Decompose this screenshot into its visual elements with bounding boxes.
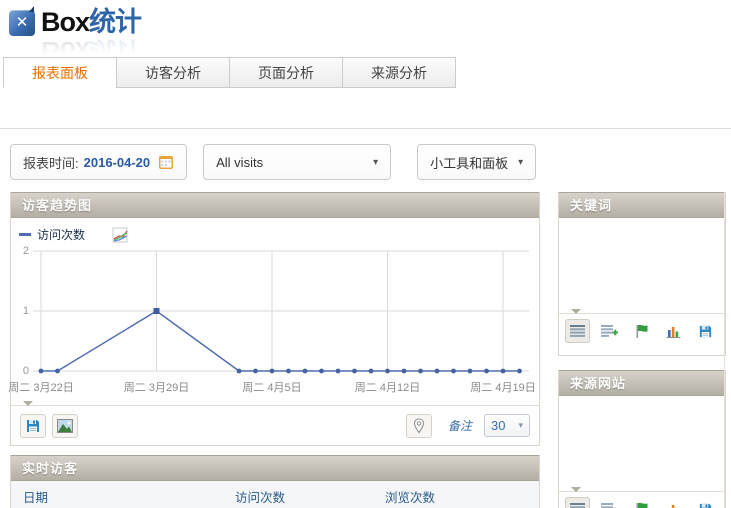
- y-axis-tick-label: 0: [13, 365, 29, 377]
- date-label: 报表时间:: [23, 153, 79, 172]
- chart-x-axis-labels: 周二 3月22日 周二 3月29日 周二 4月5日 周二 4月12日 周二 4月19日: [11, 377, 539, 395]
- export-disk-icon[interactable]: [20, 414, 46, 438]
- chart-footer-right: 备注 30 ▾: [406, 414, 530, 438]
- app-logo[interactable]: ✕ Box统计: [9, 7, 141, 37]
- keywords-footer: [559, 313, 725, 349]
- visits-line-chart[interactable]: 0 1 2: [11, 245, 539, 377]
- row-limit-select[interactable]: 30 ▾: [484, 414, 530, 437]
- x-axis-tick-label: 周二 3月22日: [8, 379, 73, 395]
- collapse-arrow-icon[interactable]: [571, 487, 581, 492]
- dropdown-arrow-icon: ▾: [373, 157, 378, 168]
- main-nav-tabs: 报表面板 访客分析 页面分析 来源分析: [3, 57, 456, 88]
- chart-plot-area: [33, 245, 529, 377]
- table-view-icon[interactable]: [565, 497, 590, 508]
- table-view-icon[interactable]: [565, 319, 590, 343]
- collapse-arrow-icon[interactable]: [571, 309, 581, 314]
- widgets-menu-button[interactable]: 小工具和面板 ▾: [417, 144, 536, 180]
- realtime-visitors-widget: 实时访客 日期 访问次数 浏览次数: [10, 455, 540, 508]
- goals-flag-icon[interactable]: [629, 497, 654, 508]
- table-more-view-icon[interactable]: [597, 319, 622, 343]
- tab-dashboard[interactable]: 报表面板: [3, 57, 117, 88]
- tab-referrers[interactable]: 来源分析: [342, 57, 456, 88]
- referrer-websites-title: 来源网站: [559, 370, 725, 396]
- chart-footer: 备注 30 ▾: [11, 405, 539, 445]
- y-axis-tick-label: 1: [13, 305, 29, 317]
- bar-chart-view-icon[interactable]: [661, 497, 686, 508]
- keywords-title: 关键词: [559, 192, 725, 218]
- collapse-arrow-icon[interactable]: [23, 401, 33, 406]
- visitor-trend-title: 访客趋势图: [11, 192, 539, 218]
- realtime-table-header: 日期 访问次数 浏览次数: [11, 481, 539, 508]
- series-picker-icon[interactable]: [111, 227, 129, 243]
- table-more-view-icon[interactable]: [597, 497, 622, 508]
- column-visits[interactable]: 访问次数: [235, 487, 285, 506]
- logo-icon: ✕: [9, 10, 35, 36]
- export-image-icon[interactable]: [52, 414, 78, 438]
- date-selector[interactable]: 报表时间: 2016-04-20: [10, 144, 187, 180]
- realtime-title: 实时访客: [11, 455, 539, 481]
- app-title: Box统计: [41, 7, 141, 37]
- visitor-trend-widget: 访客趋势图 访问次数 012 周二 3月22日周二 3月29日周二 4月5日周二…: [10, 192, 540, 446]
- bar-chart-view-icon[interactable]: [661, 319, 686, 343]
- export-disk-icon[interactable]: [693, 497, 718, 508]
- widgets-menu-label: 小工具和面板: [430, 153, 508, 172]
- legend-line-swatch: [19, 233, 31, 236]
- keywords-body: [559, 218, 725, 313]
- tab-visitors[interactable]: 访客分析: [116, 57, 230, 88]
- referrer-websites-footer: [559, 491, 725, 508]
- report-toolbar: 报表时间: 2016-04-20 All visits ▾ 小工具和面板 ▾: [10, 144, 536, 180]
- app-title-cn: 统计: [89, 7, 141, 37]
- x-axis-tick-label: 周二 4月5日: [242, 379, 301, 395]
- column-date[interactable]: 日期: [23, 487, 48, 506]
- segment-value: All visits: [216, 155, 263, 170]
- export-disk-icon[interactable]: [693, 319, 718, 343]
- app-title-en: Box: [41, 7, 89, 37]
- annotations-link[interactable]: 备注: [448, 417, 472, 434]
- annotation-pin-icon[interactable]: [406, 414, 432, 438]
- tab-pages[interactable]: 页面分析: [229, 57, 343, 88]
- goals-flag-icon[interactable]: [629, 319, 654, 343]
- calendar-icon: [158, 154, 174, 170]
- chart-legend: 访问次数: [11, 218, 539, 243]
- segment-selector[interactable]: All visits ▾: [203, 144, 391, 180]
- dropdown-arrow-icon: ▾: [518, 157, 523, 168]
- referrer-websites-widget: 来源网站: [558, 370, 726, 508]
- legend-label: 访问次数: [37, 226, 85, 243]
- row-limit-value: 30: [491, 418, 505, 433]
- keywords-widget: 关键词: [558, 192, 726, 356]
- referrer-websites-body: [559, 396, 725, 491]
- column-pageviews[interactable]: 浏览次数: [385, 487, 435, 506]
- x-axis-tick-label: 周二 4月19日: [470, 379, 535, 395]
- date-value: 2016-04-20: [84, 155, 151, 170]
- header-divider: [0, 128, 731, 129]
- right-column-edge: [724, 192, 725, 508]
- x-axis-tick-label: 周二 4月12日: [355, 379, 420, 395]
- y-axis-tick-label: 2: [13, 245, 29, 257]
- x-axis-tick-label: 周二 3月29日: [124, 379, 189, 395]
- dropdown-arrow-icon: ▾: [518, 420, 523, 431]
